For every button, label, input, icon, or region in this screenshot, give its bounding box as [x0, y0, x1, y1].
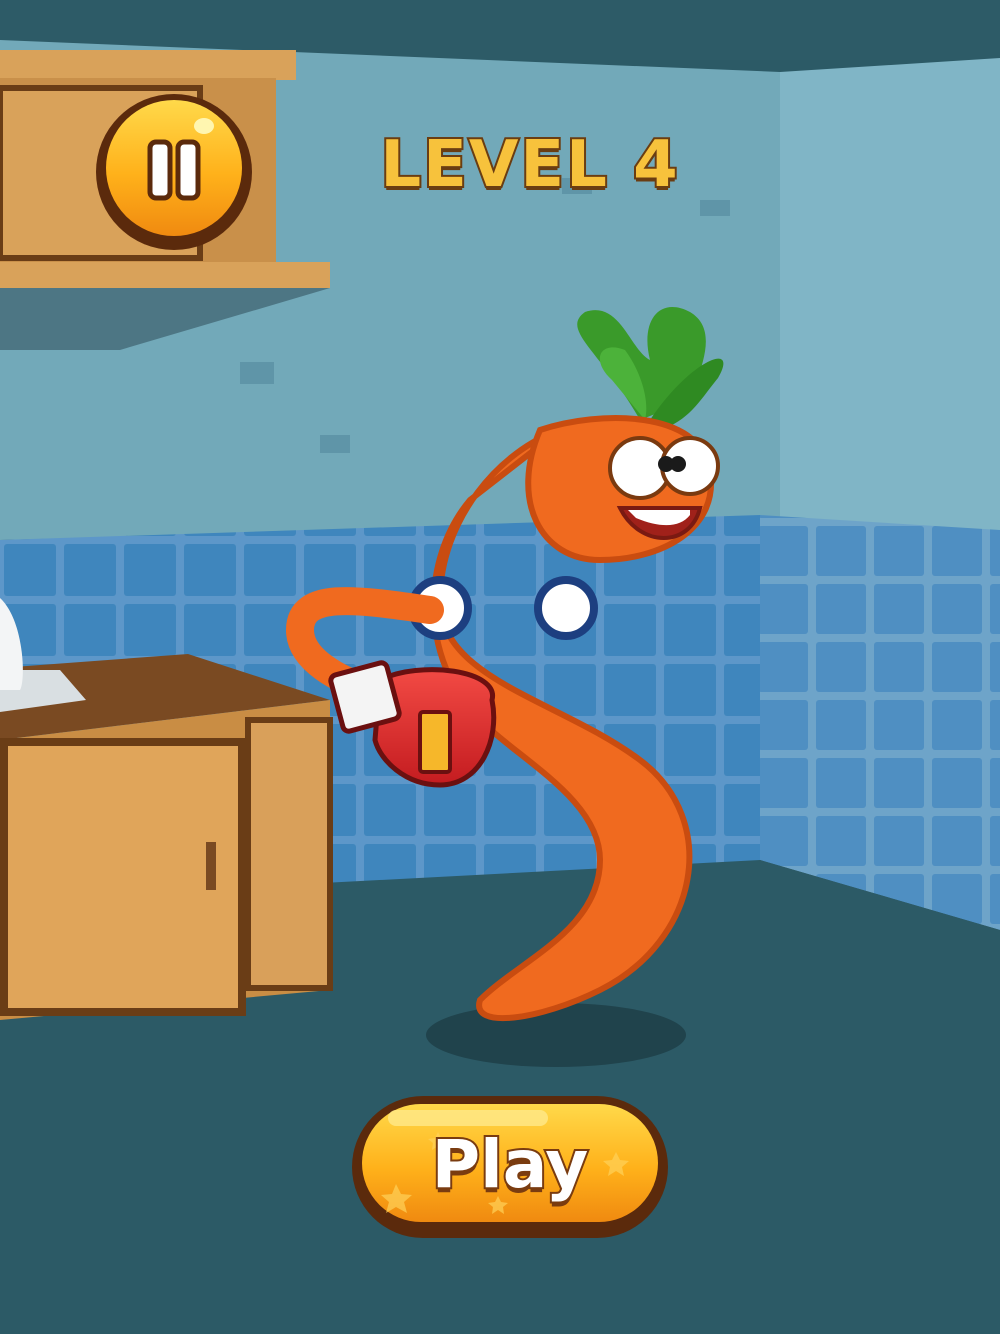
game-scene: LEVEL 4 Play: [0, 0, 1000, 1334]
kitchen-cabinet: [0, 654, 333, 1020]
pause-button[interactable]: [92, 90, 256, 254]
level-title: LEVEL 4: [378, 126, 680, 204]
play-button[interactable]: [348, 1092, 672, 1242]
right-wall-tiles: [760, 515, 1000, 930]
pause-icon: [96, 94, 252, 250]
right-wall: [780, 58, 1000, 540]
play-button-shape: [352, 1096, 668, 1238]
